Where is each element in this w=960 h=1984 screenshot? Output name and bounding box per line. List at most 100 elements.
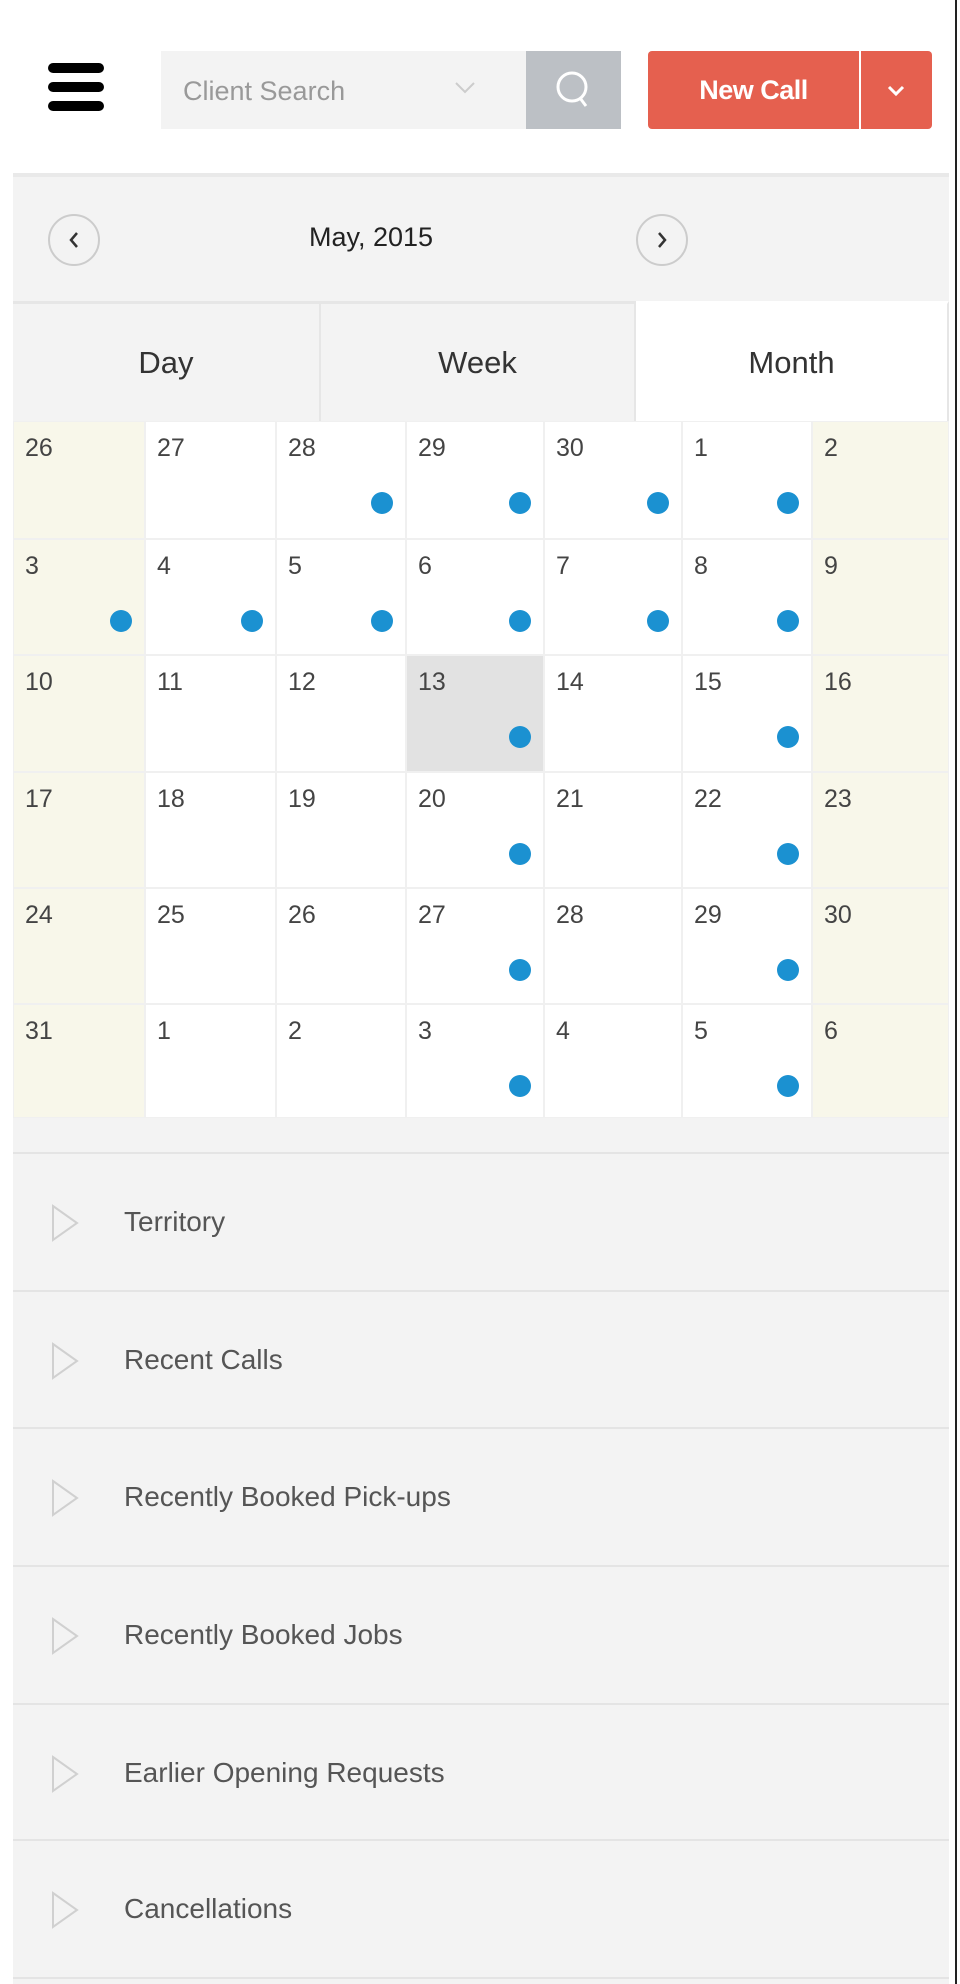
day-number: 8	[694, 552, 708, 580]
calendar-day[interactable]: 30	[812, 888, 949, 1004]
calendar-day[interactable]: 15	[682, 655, 812, 772]
event-dot-icon	[371, 492, 393, 514]
day-number: 5	[694, 1017, 708, 1045]
calendar-day[interactable]: 29	[682, 888, 812, 1004]
calendar-day[interactable]: 7	[544, 539, 682, 655]
top-header: New Call	[0, 0, 955, 173]
calendar-day[interactable]: 19	[276, 772, 406, 888]
client-search-input[interactable]	[181, 51, 445, 131]
section-label: Recently Booked Jobs	[124, 1618, 403, 1650]
calendar-day[interactable]: 11	[145, 655, 276, 772]
new-call-button[interactable]: New Call	[648, 51, 859, 129]
day-number: 20	[418, 785, 446, 813]
calendar-day[interactable]: 4	[544, 1004, 682, 1118]
window-edge	[955, 0, 960, 1984]
calendar-day[interactable]: 6	[406, 539, 544, 655]
tab-month[interactable]: Month	[636, 301, 949, 421]
calendar-day[interactable]: 21	[544, 772, 682, 888]
day-number: 16	[824, 668, 852, 696]
section-label: Territory	[124, 1205, 226, 1237]
day-number: 5	[288, 552, 302, 580]
calendar-day[interactable]: 10	[13, 655, 145, 772]
calendar-day[interactable]: 3	[13, 539, 145, 655]
section-item[interactable]: Earlier Opening Requests	[13, 1703, 949, 1840]
calendar-day[interactable]: 3	[406, 1004, 544, 1118]
day-number: 24	[25, 901, 53, 929]
day-number: 30	[824, 901, 852, 929]
chevron-down-icon[interactable]	[453, 73, 477, 103]
day-number: 1	[157, 1017, 171, 1045]
hamburger-menu-icon[interactable]	[48, 63, 104, 111]
expand-triangle-icon	[52, 1755, 79, 1793]
day-number: 26	[25, 434, 53, 462]
expand-triangle-icon	[52, 1891, 79, 1929]
calendar-day[interactable]: 18	[145, 772, 276, 888]
calendar-day[interactable]: 17	[13, 772, 145, 888]
day-number: 4	[556, 1017, 570, 1045]
section-item[interactable]: Territory	[13, 1152, 949, 1289]
calendar-day[interactable]: 1	[682, 421, 812, 539]
calendar-day[interactable]: 24	[13, 888, 145, 1004]
calendar-day[interactable]: 22	[682, 772, 812, 888]
calendar-day[interactable]: 5	[682, 1004, 812, 1118]
calendar-day[interactable]: 16	[812, 655, 949, 772]
calendar-day[interactable]: 12	[276, 655, 406, 772]
event-dot-icon	[647, 492, 669, 514]
calendar-day[interactable]: 1	[145, 1004, 276, 1118]
calendar-day[interactable]: 28	[544, 888, 682, 1004]
calendar-day[interactable]: 26	[276, 888, 406, 1004]
section-item[interactable]: Recently Booked Pick-ups	[13, 1427, 949, 1564]
calendar-day[interactable]: 6	[812, 1004, 949, 1118]
calendar-day[interactable]: 27	[145, 421, 276, 539]
day-number: 27	[157, 434, 185, 462]
calendar-day[interactable]: 8	[682, 539, 812, 655]
calendar-day[interactable]: 20	[406, 772, 544, 888]
event-dot-icon	[777, 959, 799, 981]
calendar-day[interactable]: 4	[145, 539, 276, 655]
expand-triangle-icon	[52, 1617, 79, 1655]
calendar-day[interactable]: 28	[276, 421, 406, 539]
day-number: 25	[157, 901, 185, 929]
section-item[interactable]: Recent Calls	[13, 1290, 949, 1427]
day-number: 9	[824, 552, 838, 580]
tab-week[interactable]: Week	[321, 301, 636, 421]
day-number: 2	[288, 1017, 302, 1045]
day-number: 6	[418, 552, 432, 580]
section-item[interactable]: Recently Booked Jobs	[13, 1565, 949, 1702]
day-number: 2	[824, 434, 838, 462]
tab-day[interactable]: Day	[13, 301, 321, 421]
calendar-day[interactable]: 27	[406, 888, 544, 1004]
divider	[13, 1977, 949, 1984]
calendar-day-today[interactable]: 13	[406, 655, 544, 772]
day-number: 22	[694, 785, 722, 813]
event-dot-icon	[509, 492, 531, 514]
calendar-day[interactable]: 14	[544, 655, 682, 772]
section-label: Recently Booked Pick-ups	[124, 1480, 451, 1512]
day-number: 15	[694, 668, 722, 696]
calendar-day[interactable]: 25	[145, 888, 276, 1004]
calendar-day[interactable]: 2	[276, 1004, 406, 1118]
chevron-right-icon	[658, 232, 667, 248]
calendar-day[interactable]: 5	[276, 539, 406, 655]
section-item[interactable]: Cancellations	[13, 1839, 949, 1976]
day-number: 14	[556, 668, 584, 696]
day-number: 27	[418, 901, 446, 929]
day-number: 11	[157, 668, 183, 696]
calendar-day[interactable]: 9	[812, 539, 949, 655]
next-month-button[interactable]	[636, 214, 688, 266]
calendar-day[interactable]: 30	[544, 421, 682, 539]
calendar-day[interactable]: 31	[13, 1004, 145, 1118]
event-dot-icon	[509, 726, 531, 748]
new-call-dropdown-button[interactable]	[861, 51, 932, 129]
day-number: 29	[694, 901, 722, 929]
search-button[interactable]	[526, 51, 621, 129]
calendar-day[interactable]: 2	[812, 421, 949, 539]
event-dot-icon	[509, 610, 531, 632]
event-dot-icon	[241, 610, 263, 632]
client-search-box[interactable]	[161, 51, 526, 131]
calendar-day[interactable]: 29	[406, 421, 544, 539]
event-dot-icon	[777, 726, 799, 748]
calendar-day[interactable]: 26	[13, 421, 145, 539]
calendar-day[interactable]: 23	[812, 772, 949, 888]
day-number: 3	[25, 552, 39, 580]
